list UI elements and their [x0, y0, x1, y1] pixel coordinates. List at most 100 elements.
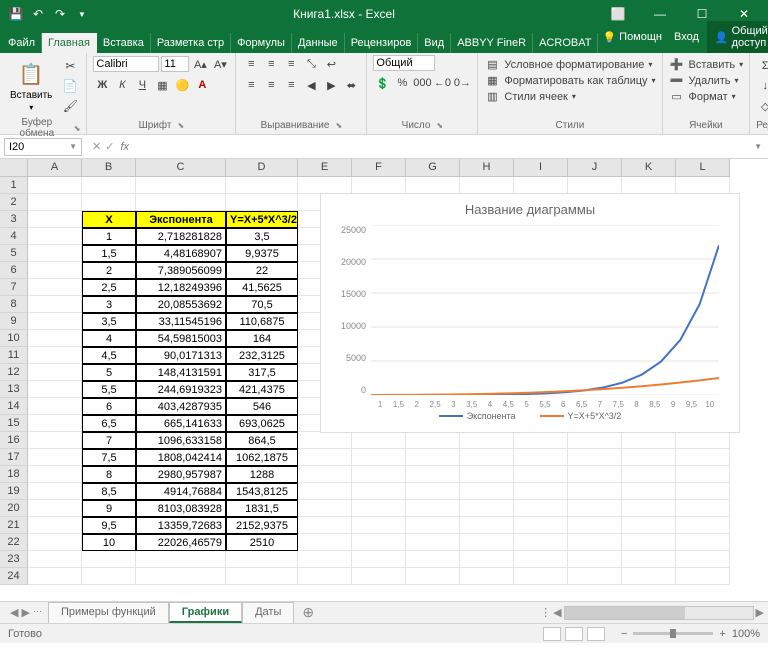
cell-E23[interactable]: [298, 551, 352, 568]
hscroll-right-icon[interactable]: ▶: [756, 606, 764, 619]
cell-A7[interactable]: [28, 279, 82, 296]
cell-C18[interactable]: 2980,957987: [136, 466, 226, 483]
row-header-17[interactable]: 17: [0, 449, 28, 466]
cell-B1[interactable]: [82, 177, 136, 194]
cell-B15[interactable]: 6,5: [82, 415, 136, 432]
cell-H17[interactable]: [460, 449, 514, 466]
dec-decimal-icon[interactable]: 0→: [453, 74, 471, 92]
cell-B8[interactable]: 3: [82, 296, 136, 313]
cut-icon[interactable]: ✂: [60, 57, 80, 75]
cell-H24[interactable]: [460, 568, 514, 585]
cell-K16[interactable]: [622, 432, 676, 449]
row-header-13[interactable]: 13: [0, 381, 28, 398]
cell-F21[interactable]: [352, 517, 406, 534]
zoom-out-icon[interactable]: −: [621, 628, 627, 640]
cell-B23[interactable]: [82, 551, 136, 568]
format-as-table-button[interactable]: ▦Форматировать как таблицу▾: [484, 73, 655, 88]
cell-K23[interactable]: [622, 551, 676, 568]
cell-G22[interactable]: [406, 534, 460, 551]
cell-C20[interactable]: 8103,083928: [136, 500, 226, 517]
cell-styles-button[interactable]: ▥Стили ячеек▾: [484, 89, 576, 104]
col-header-A[interactable]: A: [28, 159, 82, 177]
cell-E21[interactable]: [298, 517, 352, 534]
cell-K17[interactable]: [622, 449, 676, 466]
tab-abbyy finer[interactable]: ABBYY FineR: [451, 33, 533, 53]
merge-icon[interactable]: ⬌: [342, 76, 360, 94]
bold-icon[interactable]: Ж: [93, 76, 111, 94]
cell-J24[interactable]: [568, 568, 622, 585]
horizontal-scrollbar[interactable]: [564, 606, 754, 620]
cell-A9[interactable]: [28, 313, 82, 330]
cell-C12[interactable]: 148,4131591: [136, 364, 226, 381]
add-sheet-button[interactable]: ⊕: [294, 602, 322, 623]
clipboard-launcher[interactable]: ⬊: [74, 124, 81, 133]
cell-L20[interactable]: [676, 500, 730, 517]
cell-A12[interactable]: [28, 364, 82, 381]
cell-F20[interactable]: [352, 500, 406, 517]
cell-E17[interactable]: [298, 449, 352, 466]
cell-G16[interactable]: [406, 432, 460, 449]
font-shrink-icon[interactable]: A▾: [211, 55, 229, 73]
cell-J18[interactable]: [568, 466, 622, 483]
cell-A1[interactable]: [28, 177, 82, 194]
cell-G21[interactable]: [406, 517, 460, 534]
cell-C2[interactable]: [136, 194, 226, 211]
sheet-tab-0[interactable]: Примеры функций: [48, 602, 169, 623]
cell-B16[interactable]: 7: [82, 432, 136, 449]
cancel-formula-icon[interactable]: ✕: [92, 140, 101, 153]
cell-K19[interactable]: [622, 483, 676, 500]
cell-D11[interactable]: 232,3125: [226, 347, 298, 364]
cell-D8[interactable]: 70,5: [226, 296, 298, 313]
cell-B11[interactable]: 4,5: [82, 347, 136, 364]
cell-B17[interactable]: 7,5: [82, 449, 136, 466]
autosum-icon[interactable]: Σ: [756, 57, 768, 75]
cell-E24[interactable]: [298, 568, 352, 585]
cell-A18[interactable]: [28, 466, 82, 483]
zoom-slider[interactable]: [633, 632, 713, 635]
formula-expand-icon[interactable]: ▼: [748, 142, 768, 151]
cell-L19[interactable]: [676, 483, 730, 500]
cell-F18[interactable]: [352, 466, 406, 483]
qat-dropdown-icon[interactable]: ▼: [74, 6, 90, 22]
cell-A20[interactable]: [28, 500, 82, 517]
format-cells-button[interactable]: ▭Формат▾: [669, 89, 736, 104]
cell-D4[interactable]: 3,5: [226, 228, 298, 245]
cell-D24[interactable]: [226, 568, 298, 585]
cell-J23[interactable]: [568, 551, 622, 568]
cell-A23[interactable]: [28, 551, 82, 568]
cell-A2[interactable]: [28, 194, 82, 211]
row-header-19[interactable]: 19: [0, 483, 28, 500]
cell-C10[interactable]: 54,59815003: [136, 330, 226, 347]
col-header-G[interactable]: G: [406, 159, 460, 177]
row-header-22[interactable]: 22: [0, 534, 28, 551]
cell-J1[interactable]: [568, 177, 622, 194]
cell-C24[interactable]: [136, 568, 226, 585]
cell-I1[interactable]: [514, 177, 568, 194]
cell-F23[interactable]: [352, 551, 406, 568]
percent-icon[interactable]: %: [393, 74, 411, 92]
cell-H21[interactable]: [460, 517, 514, 534]
cell-H19[interactable]: [460, 483, 514, 500]
cell-A22[interactable]: [28, 534, 82, 551]
legend-item[interactable]: Экспонента: [439, 411, 516, 421]
tab-вставка[interactable]: Вставка: [97, 33, 151, 53]
insert-cells-button[interactable]: ➕Вставить▾: [669, 57, 744, 72]
cell-F19[interactable]: [352, 483, 406, 500]
undo-icon[interactable]: ↶: [30, 6, 46, 22]
align-middle-icon[interactable]: ≡: [262, 55, 280, 73]
row-header-1[interactable]: 1: [0, 177, 28, 194]
row-header-2[interactable]: 2: [0, 194, 28, 211]
cell-A4[interactable]: [28, 228, 82, 245]
row-header-21[interactable]: 21: [0, 517, 28, 534]
cell-D10[interactable]: 164: [226, 330, 298, 347]
cell-G17[interactable]: [406, 449, 460, 466]
cell-K21[interactable]: [622, 517, 676, 534]
fill-color-icon[interactable]: 🟡: [173, 76, 191, 94]
legend-item[interactable]: Y=X+5*X^3/2: [540, 411, 622, 421]
tab-данные[interactable]: Данные: [292, 33, 345, 53]
cell-D6[interactable]: 22: [226, 262, 298, 279]
cell-I16[interactable]: [514, 432, 568, 449]
cell-A15[interactable]: [28, 415, 82, 432]
cell-I22[interactable]: [514, 534, 568, 551]
cell-J19[interactable]: [568, 483, 622, 500]
